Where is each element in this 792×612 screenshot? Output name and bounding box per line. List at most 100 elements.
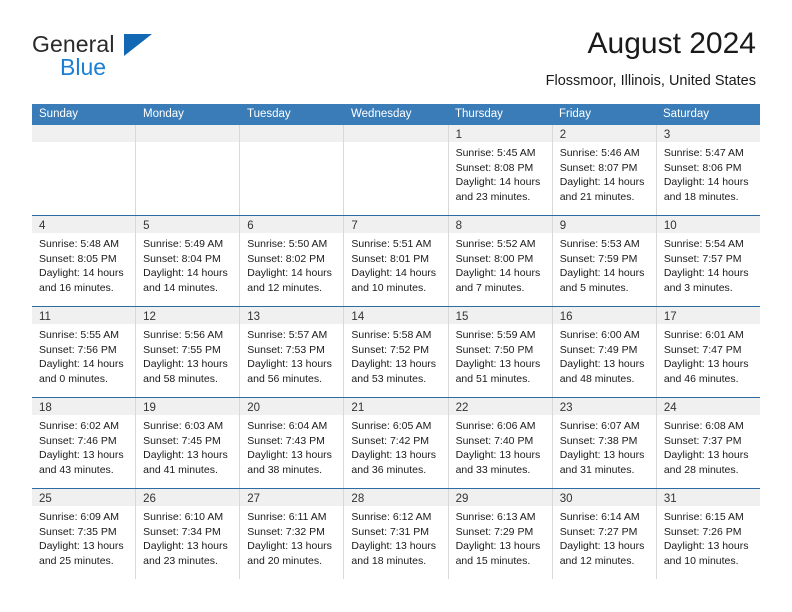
- daylight-text-line2: and 10 minutes.: [663, 554, 739, 567]
- day-cell-body: Sunrise: 6:04 AM Sunset: 7:43 PM Daylight:…: [240, 415, 343, 477]
- day-number-bar: 1: [448, 125, 552, 142]
- calendar-day-cell[interactable]: 29 Sunrise: 6:13 AM Sunset: 7:29 PM Dayligh…: [448, 489, 553, 579]
- day-cell-body: Sunrise: 5:49 AM Sunset: 8:04 PM Daylight:…: [136, 233, 239, 295]
- calendar-week-row: 25 Sunrise: 6:09 AM Sunset: 7:35 PM Dayligh…: [32, 488, 760, 579]
- day-number-bar: 27: [240, 489, 344, 506]
- day-cell-body: Sunrise: 6:00 AM Sunset: 7:49 PM Daylight:…: [553, 324, 656, 386]
- sunset-text: Sunset: 7:37 PM: [663, 434, 742, 447]
- calendar-day-cell[interactable]: 12 Sunrise: 5:56 AM Sunset: 7:55 PM Dayligh…: [136, 307, 241, 397]
- calendar-day-cell[interactable]: 6 Sunrise: 5:50 AM Sunset: 8:02 PM Daylight…: [240, 216, 345, 306]
- daylight-text-line2: and 36 minutes.: [351, 463, 427, 476]
- calendar-day-cell[interactable]: 17 Sunrise: 6:01 AM Sunset: 7:47 PM Dayligh…: [656, 307, 760, 397]
- daylight-text-line1: Daylight: 14 hours: [455, 176, 541, 189]
- calendar-day-cell[interactable]: 27 Sunrise: 6:11 AM Sunset: 7:32 PM Dayligh…: [240, 489, 345, 579]
- daylight-text-line1: Daylight: 14 hours: [559, 267, 645, 280]
- weekday-header-monday: Monday: [143, 108, 184, 120]
- calendar-day-cell[interactable]: 21 Sunrise: 6:05 AM Sunset: 7:42 PM Dayligh…: [344, 398, 449, 488]
- sunrise-text: Sunrise: 5:49 AM: [143, 238, 224, 250]
- day-cell-body: Sunrise: 6:10 AM Sunset: 7:34 PM Daylight:…: [136, 506, 239, 568]
- sunrise-text: Sunrise: 5:53 AM: [559, 238, 640, 250]
- sunrise-text: Sunrise: 6:10 AM: [143, 511, 224, 523]
- day-number-bar: 12: [136, 307, 240, 324]
- sunrise-text: Sunrise: 5:55 AM: [39, 329, 119, 341]
- sunset-text: Sunset: 7:29 PM: [455, 525, 534, 538]
- daylight-text-line2: and 46 minutes.: [663, 372, 739, 385]
- daylight-text-line2: and 48 minutes.: [559, 372, 635, 385]
- calendar-day-cell[interactable]: 3 Sunrise: 5:47 AM Sunset: 8:06 PM Daylight…: [656, 125, 760, 215]
- calendar-day-cell[interactable]: 15 Sunrise: 5:59 AM Sunset: 7:50 PM Dayligh…: [448, 307, 553, 397]
- day-number-bar: 4: [32, 216, 136, 233]
- page-header: General Blue August 2024 Flossmoor, Illi…: [0, 0, 792, 100]
- calendar-day-cell[interactable]: 30 Sunrise: 6:14 AM Sunset: 7:27 PM Dayligh…: [552, 489, 657, 579]
- calendar-day-cell[interactable]: 8 Sunrise: 5:52 AM Sunset: 8:00 PM Daylight…: [448, 216, 553, 306]
- sunset-text: Sunset: 7:26 PM: [663, 525, 742, 538]
- calendar-day-cell[interactable]: 19 Sunrise: 6:03 AM Sunset: 7:45 PM Dayligh…: [136, 398, 241, 488]
- calendar-day-cell[interactable]: 18 Sunrise: 6:02 AM Sunset: 7:46 PM Dayligh…: [32, 398, 137, 488]
- daylight-text-line1: Daylight: 13 hours: [247, 358, 332, 371]
- calendar-day-cell[interactable]: 10 Sunrise: 5:54 AM Sunset: 7:57 PM Dayligh…: [656, 216, 760, 306]
- calendar-day-cell[interactable]: 14 Sunrise: 5:58 AM Sunset: 7:52 PM Dayligh…: [344, 307, 449, 397]
- day-cell-body: Sunrise: 5:53 AM Sunset: 7:59 PM Daylight:…: [553, 233, 656, 295]
- weekday-header-row: Sunday Monday Tuesday Wednesday Thursday Frid…: [32, 104, 760, 125]
- calendar-day-cell[interactable]: 13 Sunrise: 5:57 AM Sunset: 7:53 PM Dayligh…: [240, 307, 345, 397]
- calendar-day-cell[interactable]: 2 Sunrise: 5:46 AM Sunset: 8:07 PM Daylight…: [552, 125, 657, 215]
- day-number: 28: [351, 493, 365, 505]
- daylight-text-line2: and 56 minutes.: [247, 372, 322, 385]
- day-cell-body: Sunrise: 6:09 AM Sunset: 7:35 PM Daylight:…: [32, 506, 135, 568]
- daylight-text-line2: and 12 minutes.: [559, 554, 635, 567]
- daylight-text-line2: and 23 minutes.: [143, 554, 218, 567]
- calendar-week-row: 1 Sunrise: 5:45 AM Sunset: 8:08 PM Daylight…: [32, 125, 760, 215]
- day-number-bar: 3: [656, 125, 760, 142]
- sunset-text: Sunset: 8:08 PM: [455, 161, 534, 174]
- day-number-bar: 10: [656, 216, 760, 233]
- calendar-day-cell[interactable]: 11 Sunrise: 5:55 AM Sunset: 7:56 PM Dayligh…: [32, 307, 137, 397]
- calendar-day-cell[interactable]: 20 Sunrise: 6:04 AM Sunset: 7:43 PM Dayligh…: [240, 398, 345, 488]
- calendar-day-cell[interactable]: 9 Sunrise: 5:53 AM Sunset: 7:59 PM Daylight…: [552, 216, 657, 306]
- calendar-day-cell[interactable]: 22 Sunrise: 6:06 AM Sunset: 7:40 PM Dayligh…: [448, 398, 553, 488]
- day-cell-body: Sunrise: 5:57 AM Sunset: 7:53 PM Daylight:…: [240, 324, 343, 386]
- day-number-bar: 30: [552, 489, 656, 506]
- calendar-day-cell[interactable]: 23 Sunrise: 6:07 AM Sunset: 7:38 PM Dayligh…: [552, 398, 657, 488]
- sunrise-text: Sunrise: 5:57 AM: [247, 329, 328, 341]
- day-cell-body: Sunrise: 6:05 AM Sunset: 7:42 PM Daylight:…: [344, 415, 447, 477]
- day-number-bar: 18: [32, 398, 136, 415]
- sunrise-text: Sunrise: 6:05 AM: [351, 420, 432, 432]
- daylight-text-line2: and 28 minutes.: [663, 463, 739, 476]
- day-cell-body: Sunrise: 5:59 AM Sunset: 7:50 PM Daylight:…: [449, 324, 552, 386]
- calendar-day-cell[interactable]: 7 Sunrise: 5:51 AM Sunset: 8:01 PM Daylight…: [344, 216, 449, 306]
- sunset-text: Sunset: 7:57 PM: [663, 252, 742, 265]
- sunset-text: Sunset: 7:27 PM: [559, 525, 638, 538]
- page-title: August 2024: [587, 27, 756, 60]
- daylight-text-line2: and 41 minutes.: [143, 463, 218, 476]
- calendar-day-cell[interactable]: 26 Sunrise: 6:10 AM Sunset: 7:34 PM Dayligh…: [136, 489, 241, 579]
- page-subtitle: Flossmoor, Illinois, United States: [545, 73, 756, 89]
- day-number-bar: 14: [344, 307, 448, 324]
- calendar-day-cell[interactable]: 31 Sunrise: 6:15 AM Sunset: 7:26 PM Dayligh…: [656, 489, 760, 579]
- calendar-day-cell[interactable]: 4 Sunrise: 5:48 AM Sunset: 8:05 PM Daylight…: [32, 216, 137, 306]
- day-number: 12: [143, 311, 156, 323]
- sunrise-text: Sunrise: 5:51 AM: [351, 238, 432, 250]
- calendar-day-cell[interactable]: 28 Sunrise: 6:12 AM Sunset: 7:31 PM Dayligh…: [344, 489, 449, 579]
- calendar-day-cell[interactable]: 25 Sunrise: 6:09 AM Sunset: 7:35 PM Dayligh…: [32, 489, 137, 579]
- logo-general-blue[interactable]: General Blue: [32, 31, 212, 83]
- daylight-text-line1: Daylight: 14 hours: [351, 267, 437, 280]
- calendar-day-cell-empty: [344, 125, 449, 215]
- day-number-bar: 16: [552, 307, 656, 324]
- day-number-bar: 24: [656, 398, 760, 415]
- calendar-day-cell[interactable]: 16 Sunrise: 6:00 AM Sunset: 7:49 PM Dayligh…: [552, 307, 657, 397]
- day-number: 27: [247, 493, 261, 505]
- calendar-day-cell[interactable]: 24 Sunrise: 6:08 AM Sunset: 7:37 PM Dayligh…: [656, 398, 760, 488]
- day-number-bar: 15: [448, 307, 552, 324]
- sunrise-text: Sunrise: 6:02 AM: [39, 420, 119, 432]
- daylight-text-line2: and 18 minutes.: [663, 190, 739, 203]
- calendar-day-cell[interactable]: 1 Sunrise: 5:45 AM Sunset: 8:08 PM Daylight…: [448, 125, 553, 215]
- day-cell-body: Sunrise: 6:13 AM Sunset: 7:29 PM Daylight:…: [449, 506, 552, 568]
- daylight-text-line1: Daylight: 13 hours: [663, 358, 749, 371]
- sunset-text: Sunset: 7:31 PM: [351, 525, 430, 538]
- daylight-text-line2: and 21 minutes.: [559, 190, 635, 203]
- calendar-day-cell[interactable]: 5 Sunrise: 5:49 AM Sunset: 8:04 PM Daylight…: [136, 216, 241, 306]
- calendar-day-cell-empty: [240, 125, 345, 215]
- daylight-text-line2: and 33 minutes.: [455, 463, 531, 476]
- daylight-text-line2: and 7 minutes.: [455, 281, 525, 294]
- sunset-text: Sunset: 7:46 PM: [39, 434, 117, 447]
